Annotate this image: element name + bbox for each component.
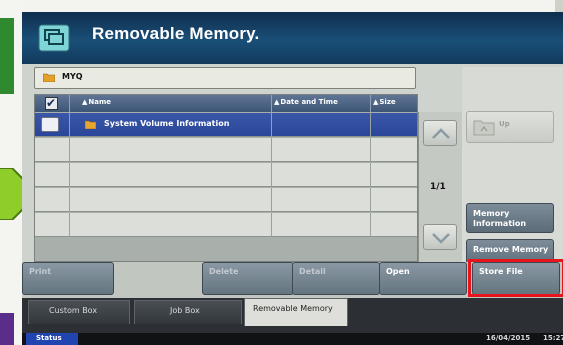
header-separator bbox=[271, 95, 272, 112]
open-button[interactable]: Open bbox=[379, 262, 467, 295]
print-button[interactable]: Print bbox=[22, 262, 114, 295]
up-button-label: Up bbox=[499, 120, 510, 128]
folder-up-icon bbox=[473, 120, 495, 136]
column-header-date-label: Date and Time bbox=[280, 98, 338, 106]
column-header-size-label: Size bbox=[379, 98, 396, 106]
chevron-down-icon bbox=[432, 233, 450, 244]
tab-job-box-label: Job Box bbox=[170, 306, 200, 315]
sort-triangle-icon: ▲ bbox=[82, 98, 88, 106]
cell-separator bbox=[69, 138, 70, 162]
file-list-header: ✔ ▲Name ▲Date and Time ▲Size bbox=[35, 95, 417, 112]
cell-separator bbox=[370, 138, 371, 162]
status-label: Status bbox=[36, 334, 62, 342]
cell-separator bbox=[271, 113, 272, 137]
cell-separator bbox=[370, 213, 371, 237]
photo-stage: Removable Memory. MYQ ✔ ▲Name ▲Date and bbox=[0, 0, 563, 345]
scroll-up-button[interactable] bbox=[423, 120, 457, 146]
sort-triangle-icon: ▲ bbox=[274, 98, 280, 106]
remove-memory-label: Remove Memory bbox=[473, 245, 549, 254]
side-panel: Up Memory Information Remove Memory bbox=[462, 67, 563, 269]
list-scroller: 1/1 bbox=[418, 112, 462, 262]
header-separator bbox=[69, 95, 70, 112]
column-header-name-label: Name bbox=[88, 98, 112, 106]
status-date: 16/04/2015 bbox=[486, 334, 531, 342]
tab-custom-box-label: Custom Box bbox=[49, 306, 98, 315]
print-button-label: Print bbox=[29, 267, 52, 276]
column-header-name[interactable]: ▲Name bbox=[82, 98, 111, 106]
title-bar: Removable Memory. bbox=[22, 12, 563, 64]
table-row[interactable] bbox=[35, 138, 417, 162]
tab-removable-memory-label: Removable Memory bbox=[253, 304, 333, 313]
tab-removable-memory[interactable]: Removable Memory bbox=[244, 298, 348, 326]
chevron-up-icon bbox=[432, 128, 450, 139]
column-header-size[interactable]: ▲Size bbox=[373, 98, 396, 106]
row-checkbox[interactable] bbox=[41, 117, 59, 132]
memory-information-button[interactable]: Memory Information bbox=[466, 203, 554, 233]
status-button[interactable]: Status bbox=[26, 333, 78, 345]
cell-separator bbox=[271, 213, 272, 237]
delete-button-label: Delete bbox=[209, 267, 239, 276]
status-time: 15:27 bbox=[543, 334, 563, 342]
cell-separator bbox=[370, 163, 371, 187]
detail-button[interactable]: Detail bbox=[292, 262, 380, 295]
delete-button[interactable]: Delete bbox=[202, 262, 294, 295]
memory-information-label: Memory Information bbox=[473, 209, 527, 228]
tab-job-box[interactable]: Job Box bbox=[134, 300, 242, 324]
folder-icon bbox=[85, 120, 96, 129]
checkmark-icon: ✔ bbox=[46, 96, 57, 110]
path-bar: MYQ bbox=[34, 67, 416, 89]
cell-separator bbox=[271, 163, 272, 187]
scroll-down-button[interactable] bbox=[423, 224, 457, 250]
purple-bookmark bbox=[0, 313, 14, 345]
cell-separator bbox=[370, 188, 371, 212]
green-bookmark bbox=[0, 18, 14, 94]
detail-button-label: Detail bbox=[299, 267, 326, 276]
sort-triangle-icon: ▲ bbox=[373, 98, 379, 106]
removable-memory-icon bbox=[38, 24, 70, 52]
cell-separator bbox=[271, 138, 272, 162]
status-bar: Status 16/04/2015 15:27 bbox=[22, 333, 563, 345]
select-all-checkbox[interactable]: ✔ bbox=[45, 96, 58, 110]
tab-custom-box[interactable]: Custom Box bbox=[28, 300, 130, 324]
path-folder-name: MYQ bbox=[62, 72, 83, 81]
row-name: System Volume Information bbox=[104, 119, 230, 128]
cell-separator bbox=[69, 213, 70, 237]
table-row[interactable] bbox=[35, 163, 417, 187]
tab-bar: Custom Box Job Box Removable Memory bbox=[22, 298, 563, 334]
up-button[interactable]: Up bbox=[466, 111, 554, 143]
open-button-label: Open bbox=[386, 267, 410, 276]
column-header-date[interactable]: ▲Date and Time bbox=[274, 98, 338, 106]
table-row[interactable]: System Volume Information bbox=[35, 113, 417, 137]
highlight-box bbox=[468, 259, 563, 297]
table-row[interactable] bbox=[35, 188, 417, 212]
cell-separator bbox=[69, 188, 70, 212]
cell-separator bbox=[69, 113, 70, 137]
file-list: ✔ ▲Name ▲Date and Time ▲Size System Volu… bbox=[34, 94, 418, 262]
folder-icon bbox=[43, 73, 55, 82]
page-title: Removable Memory. bbox=[92, 24, 260, 43]
page-indicator: 1/1 bbox=[430, 182, 446, 192]
device-screen: Removable Memory. MYQ ✔ ▲Name ▲Date and bbox=[22, 12, 563, 345]
table-row[interactable] bbox=[35, 213, 417, 237]
file-list-rows: System Volume Information bbox=[35, 113, 417, 261]
header-separator bbox=[370, 95, 371, 112]
cell-separator bbox=[271, 188, 272, 212]
cell-separator bbox=[370, 113, 371, 137]
cell-separator bbox=[69, 163, 70, 187]
